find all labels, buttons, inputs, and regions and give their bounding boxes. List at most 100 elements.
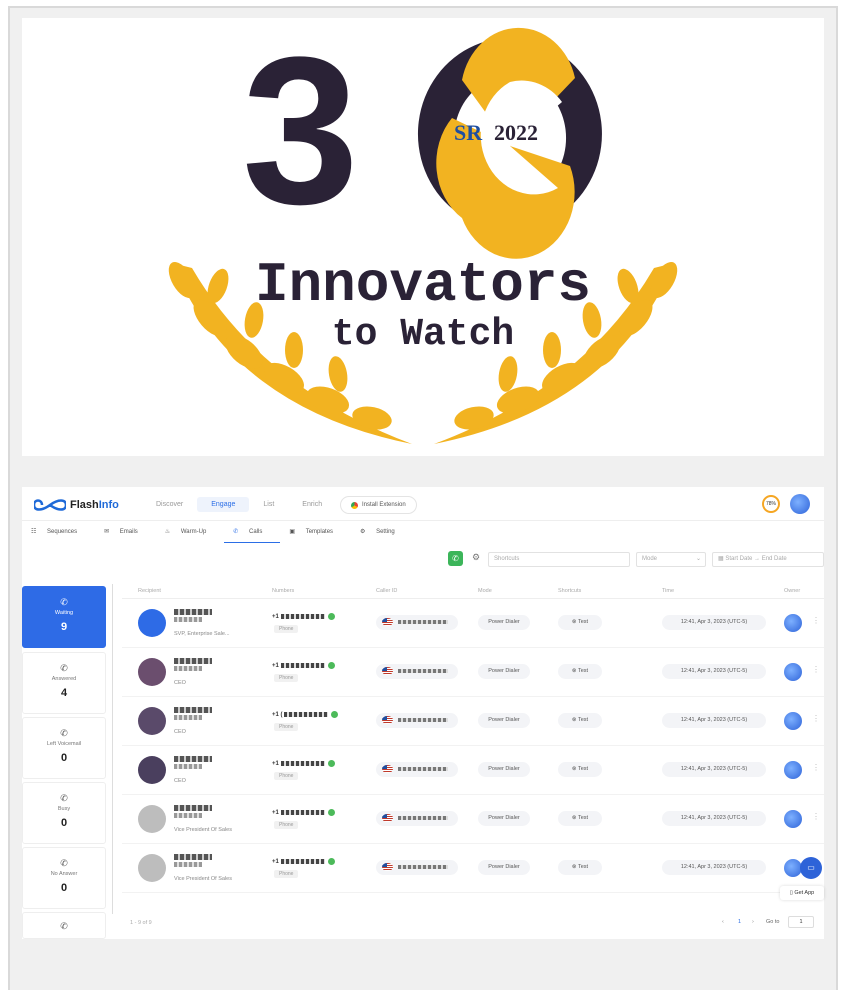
- credit-score-badge[interactable]: 78%: [762, 495, 780, 513]
- infinity-logo-icon: [34, 499, 66, 511]
- mode-filter-label: Mode: [642, 556, 658, 562]
- top-bar: FlashInfo Discover Engage List Enrich In…: [22, 487, 824, 521]
- shortcut-pill[interactable]: ⊗ Test: [558, 762, 602, 777]
- more-options-icon[interactable]: ⋮: [812, 714, 820, 723]
- status-label: Busy: [57, 806, 71, 812]
- caller-id[interactable]: [376, 664, 458, 679]
- get-app-label: Get App: [794, 890, 815, 896]
- time-pill: 12:41, Apr 3, 2023 (UTC-5): [662, 713, 766, 728]
- phone-number[interactable]: +1 (: [272, 711, 339, 718]
- phone-number[interactable]: +1: [272, 809, 335, 816]
- owner-avatar[interactable]: [784, 810, 802, 828]
- table-row[interactable]: Vice President Of Sales +1 Phone Power Dia…: [122, 844, 824, 893]
- caller-id[interactable]: [376, 762, 458, 777]
- sub-nav-setting[interactable]: ⚙ Setting: [351, 525, 413, 543]
- phone-redacted: [280, 614, 325, 619]
- mode-pill: Power Dialer: [478, 762, 530, 777]
- sub-nav-calls[interactable]: ✆ Calls: [224, 525, 281, 543]
- verified-check-icon: [327, 613, 335, 620]
- shortcut-pill[interactable]: ⊗ Test: [558, 713, 602, 728]
- caller-id[interactable]: [376, 615, 458, 630]
- status-card-more[interactable]: ✆: [22, 912, 106, 939]
- phone-redacted: [280, 663, 325, 668]
- header-owner: Owner: [784, 588, 801, 594]
- shortcut-pill[interactable]: ⊗ Test: [558, 860, 602, 875]
- install-extension-button[interactable]: Install Extension: [340, 496, 417, 514]
- badge-sr: SR: [454, 120, 483, 145]
- caller-id[interactable]: [376, 811, 458, 826]
- sidebar-scrollbar[interactable]: [112, 584, 113, 914]
- phone-number[interactable]: +1: [272, 662, 335, 669]
- recipient-avatar[interactable]: [138, 805, 166, 833]
- table-row[interactable]: CEO +1 Phone Power Dialer ⊗ Test 12:41, Apr …: [122, 746, 824, 795]
- sub-nav-templates[interactable]: ▣ Templates: [280, 525, 351, 543]
- recipient-avatar[interactable]: [138, 854, 166, 882]
- award-banner: 3 SR 2022 Innovators to Watch: [22, 18, 824, 456]
- us-flag-icon: [382, 618, 393, 626]
- status-card-waiting[interactable]: ✆ Waiting 9: [22, 586, 106, 648]
- user-avatar[interactable]: [790, 494, 810, 514]
- recipient-avatar[interactable]: [138, 609, 166, 637]
- caller-id[interactable]: [376, 860, 458, 875]
- app-logo[interactable]: FlashInfo: [34, 495, 134, 515]
- shortcut-pill[interactable]: ⊗ Test: [558, 615, 602, 630]
- header-caller-id: Caller ID: [376, 588, 398, 594]
- recipient-avatar[interactable]: [138, 707, 166, 735]
- recipient-company-redacted: [174, 764, 202, 769]
- sub-nav-sequences[interactable]: ☷ Sequences: [22, 525, 95, 543]
- table-row[interactable]: CEO +1 ( Phone Power Dialer ⊗ Test 12:41, Ap…: [122, 697, 824, 746]
- recipient-title: Vice President Of Sales: [174, 827, 232, 833]
- sub-nav-emails[interactable]: ✉ Emails: [95, 525, 156, 543]
- top-nav-enrich[interactable]: Enrich: [288, 497, 336, 512]
- mode-filter[interactable]: Mode ⌄: [636, 552, 706, 567]
- get-app-button[interactable]: ▯ Get App: [780, 886, 824, 900]
- page-number[interactable]: 1: [738, 919, 741, 925]
- status-card-answered[interactable]: ✆ Answered 4: [22, 652, 106, 714]
- table-row[interactable]: SVP, Enterprise Sale... +1 Phone Power Dia…: [122, 599, 824, 648]
- status-card-busy[interactable]: ✆ Busy 0: [22, 782, 106, 844]
- shortcut-label: Test: [577, 766, 589, 772]
- top-nav-discover[interactable]: Discover: [142, 497, 197, 512]
- phone-type-tag: Phone: [274, 772, 299, 780]
- more-options-icon[interactable]: ⋮: [812, 763, 820, 772]
- goto-input[interactable]: 1: [788, 916, 814, 928]
- caller-id[interactable]: [376, 713, 458, 728]
- more-options-icon[interactable]: ⋮: [812, 812, 820, 821]
- owner-avatar[interactable]: [784, 663, 802, 681]
- top-nav-list[interactable]: List: [249, 497, 288, 512]
- sub-nav-warm-up[interactable]: ♨ Warm-Up: [156, 525, 225, 543]
- phone-redacted: [280, 859, 325, 864]
- status-card-no-answer[interactable]: ✆ No Answer 0: [22, 847, 106, 909]
- owner-avatar[interactable]: [784, 761, 802, 779]
- verified-check-icon: [327, 858, 335, 865]
- verified-check-icon: [327, 809, 335, 816]
- next-page-icon[interactable]: ›: [752, 919, 754, 925]
- shortcut-pill[interactable]: ⊗ Test: [558, 811, 602, 826]
- header-mode: Mode: [478, 588, 492, 594]
- prev-page-icon[interactable]: ‹: [722, 919, 724, 925]
- table-row[interactable]: Vice President Of Sales +1 Phone Power Dia…: [122, 795, 824, 844]
- shortcut-pill[interactable]: ⊗ Test: [558, 664, 602, 679]
- more-options-icon[interactable]: ⋮: [812, 665, 820, 674]
- phone-number[interactable]: +1: [272, 613, 335, 620]
- more-options-icon[interactable]: ⋮: [812, 616, 820, 625]
- verified-check-icon: [331, 711, 339, 718]
- owner-avatar[interactable]: [784, 712, 802, 730]
- mode-pill: Power Dialer: [478, 615, 530, 630]
- status-card-left-voicemail[interactable]: ✆ Left Voicemail 0: [22, 717, 106, 779]
- gear-icon[interactable]: ⚙: [472, 552, 480, 563]
- date-range-filter[interactable]: ▦ Start Date → End Date: [712, 552, 824, 567]
- phone-number[interactable]: +1: [272, 760, 335, 767]
- recipient-avatar[interactable]: [138, 658, 166, 686]
- owner-avatar[interactable]: [784, 614, 802, 632]
- shortcut-label: Test: [577, 864, 589, 870]
- top-nav-engage[interactable]: Engage: [197, 497, 250, 512]
- sub-nav-templates-label: Templates: [305, 529, 334, 535]
- phone-prefix: +1: [272, 761, 279, 768]
- whatsapp-button[interactable]: ✆: [448, 551, 463, 566]
- phone-number[interactable]: +1: [272, 858, 335, 865]
- table-row[interactable]: CEO +1 Phone Power Dialer ⊗ Test 12:41, Apr …: [122, 648, 824, 697]
- recipient-avatar[interactable]: [138, 756, 166, 784]
- shortcuts-filter[interactable]: Shortcuts: [488, 552, 630, 567]
- chat-button[interactable]: ▭: [800, 857, 822, 879]
